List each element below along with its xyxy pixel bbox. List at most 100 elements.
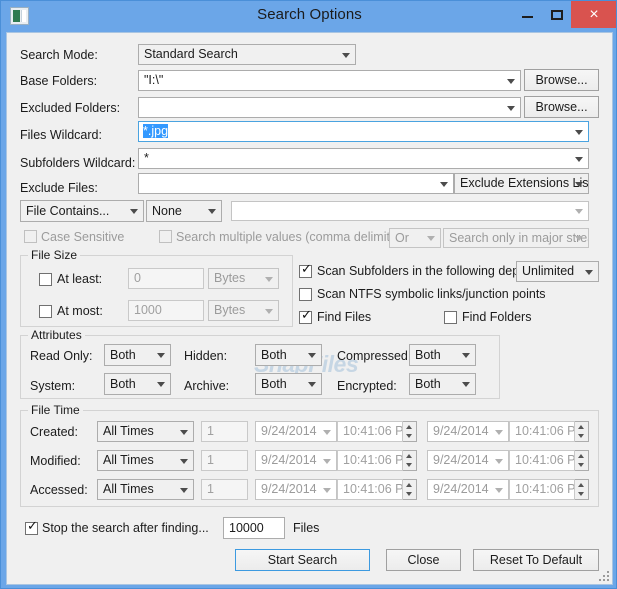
file-contains-type-combo[interactable]: None [146, 200, 222, 222]
chevron-down-icon [130, 209, 138, 214]
modified-count-input[interactable]: 1 [201, 450, 248, 471]
created-time1-spinner[interactable] [403, 421, 417, 442]
attributes-group-title: Attributes [28, 328, 85, 342]
streams-combo[interactable]: Search only in major strea [443, 228, 589, 248]
accessed-time1-value: 10:41:06 P [343, 482, 403, 496]
excluded-folders-browse-button[interactable]: Browse... [524, 96, 599, 118]
spinner-down-icon [578, 463, 584, 467]
base-folders-label: Base Folders: [20, 74, 98, 88]
at-least-unit-combo[interactable]: Bytes [208, 268, 279, 289]
hidden-label: Hidden: [184, 349, 228, 363]
created-mode-combo[interactable]: All Times [97, 421, 194, 442]
at-least-checkbox[interactable] [39, 273, 52, 286]
base-folders-value: "I:\" [144, 73, 164, 87]
stop-search-checkbox[interactable]: ✓ [25, 519, 38, 535]
modified-date1-combo[interactable]: 9/24/2014 [255, 450, 337, 471]
file-contains-type-value: None [152, 204, 182, 218]
chevron-down-icon [342, 52, 350, 58]
base-folders-combo[interactable]: "I:\" [138, 70, 521, 91]
modified-mode-combo[interactable]: All Times [97, 450, 194, 471]
system-label: System: [30, 379, 76, 393]
created-count-input[interactable]: 1 [201, 421, 248, 442]
resize-grip[interactable] [596, 568, 609, 581]
exclude-extensions-list-combo[interactable]: Exclude Extensions List [454, 173, 589, 194]
modified-time2-input[interactable]: 10:41:06 P [509, 450, 575, 471]
close-button[interactable]: × [571, 1, 616, 28]
created-date1-combo[interactable]: 9/24/2014 [255, 421, 337, 442]
chevron-down-icon [462, 382, 470, 387]
accessed-mode-combo[interactable]: All Times [97, 479, 194, 500]
chevron-down-icon [575, 156, 583, 162]
modified-time1-input[interactable]: 10:41:06 P [337, 450, 403, 471]
accessed-time2-spinner[interactable] [575, 479, 589, 500]
operator-combo[interactable]: Or [389, 228, 441, 248]
chevron-down-icon [495, 429, 503, 435]
case-sensitive-checkbox[interactable] [24, 230, 37, 243]
accessed-time2-input[interactable]: 10:41:06 P [509, 479, 575, 500]
at-most-unit-value: Bytes [214, 303, 246, 317]
accessed-time1-spinner[interactable] [403, 479, 417, 500]
stop-search-unit-label: Files [293, 521, 320, 535]
modified-date2-combo[interactable]: 9/24/2014 [427, 450, 509, 471]
encrypted-combo[interactable]: Both [409, 373, 476, 395]
search-mode-combo[interactable]: Standard Search [138, 44, 356, 65]
check-icon: ✓ [27, 519, 38, 534]
compressed-combo[interactable]: Both [409, 344, 476, 366]
find-folders-label: Find Folders [462, 310, 532, 324]
scan-subfolders-checkbox[interactable]: ✓ [299, 263, 312, 278]
accessed-count-input[interactable]: 1 [201, 479, 248, 500]
files-wildcard-combo[interactable]: *.jpg [138, 121, 589, 142]
modified-count-value: 1 [207, 453, 214, 467]
chevron-down-icon [180, 487, 188, 493]
created-date2-combo[interactable]: 9/24/2014 [427, 421, 509, 442]
at-most-unit-combo[interactable]: Bytes [208, 300, 279, 321]
created-time2-input[interactable]: 10:41:06 P [509, 421, 575, 442]
stop-search-count-input[interactable]: 10000 [223, 517, 285, 539]
subfolders-wildcard-label: Subfolders Wildcard: [20, 156, 136, 170]
created-time2-spinner[interactable] [575, 421, 589, 442]
base-folders-browse-button[interactable]: Browse... [524, 69, 599, 91]
read-only-combo[interactable]: Both [104, 344, 171, 366]
created-time1-input[interactable]: 10:41:06 P [337, 421, 403, 442]
chevron-down-icon [575, 181, 583, 187]
system-combo[interactable]: Both [104, 373, 171, 395]
find-folders-checkbox[interactable] [444, 311, 457, 324]
search-multiple-values-checkbox[interactable] [159, 230, 172, 243]
chevron-down-icon [265, 276, 273, 282]
accessed-date1-combo[interactable]: 9/24/2014 [255, 479, 337, 500]
accessed-time1-input[interactable]: 10:41:06 P [337, 479, 403, 500]
chevron-down-icon [323, 487, 331, 493]
file-contains-value-combo[interactable] [231, 201, 589, 221]
accessed-count-value: 1 [207, 482, 214, 496]
created-time2-value: 10:41:06 P [515, 424, 575, 438]
accessed-date2-combo[interactable]: 9/24/2014 [427, 479, 509, 500]
archive-combo[interactable]: Both [255, 373, 322, 395]
excluded-folders-combo[interactable] [138, 97, 521, 118]
spinner-up-icon [578, 483, 584, 487]
subfolders-wildcard-combo[interactable]: * [138, 148, 589, 169]
reset-to-default-button[interactable]: Reset To Default [473, 549, 599, 571]
encrypted-label: Encrypted: [337, 379, 397, 393]
chevron-down-icon [427, 236, 435, 241]
chevron-down-icon [575, 236, 583, 241]
scan-depth-value: Unlimited [522, 264, 575, 278]
minimize-button[interactable] [513, 1, 542, 28]
modified-time2-spinner[interactable] [575, 450, 589, 471]
at-most-checkbox[interactable] [39, 305, 52, 318]
modified-time1-spinner[interactable] [403, 450, 417, 471]
streams-value: Search only in major strea [449, 231, 589, 245]
start-search-button[interactable]: Start Search [235, 549, 370, 571]
hidden-combo[interactable]: Both [255, 344, 322, 366]
exclude-files-combo[interactable] [138, 173, 454, 194]
find-files-checkbox[interactable]: ✓ [299, 309, 312, 324]
at-least-input[interactable]: 0 [128, 268, 204, 289]
close-dialog-button[interactable]: Close [386, 549, 461, 571]
close-icon: × [589, 6, 599, 23]
chevron-down-icon [157, 353, 165, 358]
operator-value: Or [395, 231, 409, 245]
at-most-input[interactable]: 1000 [128, 300, 204, 321]
scan-ntfs-checkbox[interactable] [299, 288, 312, 301]
scan-depth-combo[interactable]: Unlimited [516, 261, 599, 282]
maximize-button[interactable] [542, 1, 571, 28]
file-contains-mode-combo[interactable]: File Contains... [20, 200, 144, 222]
